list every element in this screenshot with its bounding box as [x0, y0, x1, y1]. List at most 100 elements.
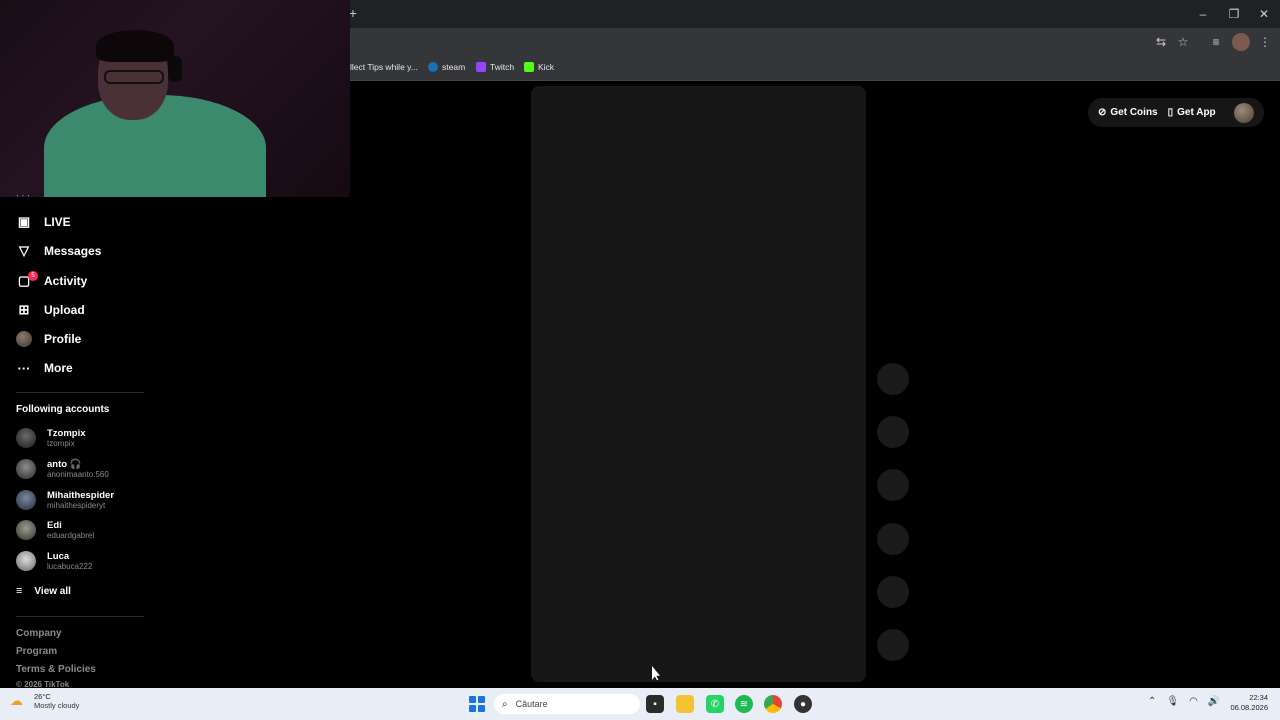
following-account[interactable]: Mihaithespider mihaithespideryt	[16, 486, 114, 514]
wifi-icon[interactable]: ◠	[1189, 696, 1198, 707]
task-view-icon[interactable]: ▪	[646, 695, 664, 713]
chrome-icon[interactable]	[764, 695, 782, 713]
following-account[interactable]: Edi eduardgabrel	[16, 516, 94, 544]
nav-label: Profile	[44, 332, 82, 346]
account-avatar	[16, 428, 36, 448]
following-account[interactable]: Tzompix tzompix	[16, 424, 86, 452]
clock-time: 22:34	[1249, 693, 1268, 702]
video-placeholder[interactable]	[531, 86, 866, 682]
bookmark-steam[interactable]: steam	[428, 59, 465, 75]
nav-activity[interactable]: ▢ Activity	[16, 271, 88, 291]
translate-icon[interactable]: ⇆	[1152, 33, 1170, 51]
get-coins-label: Get Coins	[1110, 107, 1158, 118]
weather-temp: 26°C	[34, 692, 51, 701]
kick-icon	[524, 62, 534, 72]
nav-label: Activity	[44, 274, 88, 288]
bookmark-label: llect Tips while y...	[350, 62, 418, 72]
following-account[interactable]: anto 🎧 anonimaanto.560	[16, 455, 109, 483]
cloud-sun-icon: ☁	[10, 693, 23, 708]
media-control-icon[interactable]: ≡	[1207, 33, 1225, 51]
weather-widget[interactable]: ☁ 26°C Mostly cloudy	[10, 692, 79, 710]
footer-copyright: © 2026 TikTok	[16, 680, 70, 688]
start-tile	[469, 705, 476, 712]
bookmark-twitch[interactable]: Twitch	[476, 59, 514, 75]
start-button[interactable]	[469, 696, 485, 712]
bookmark-kick[interactable]: Kick	[524, 59, 554, 75]
action-button-placeholder[interactable]	[877, 363, 909, 395]
action-button-placeholder[interactable]	[877, 469, 909, 501]
taskbar-clock[interactable]: 22:34 06.08.2026	[1226, 693, 1268, 713]
bookmark-label: steam	[442, 62, 466, 72]
profile-avatar-icon[interactable]	[1232, 33, 1250, 51]
minimize-button[interactable]: –	[1188, 5, 1218, 23]
bookmark-item[interactable]: llect Tips while y...	[350, 59, 418, 75]
file-explorer-icon[interactable]	[676, 695, 694, 713]
weather-condition: Mostly cloudy	[34, 701, 80, 710]
account-handle: tzompix	[47, 438, 75, 448]
divider	[16, 616, 144, 617]
action-button-placeholder[interactable]	[877, 416, 909, 448]
webcam-person-glasses	[104, 70, 164, 84]
more-dots: · · ·	[16, 190, 30, 200]
more-icon: ···	[17, 360, 31, 376]
account-avatar	[16, 490, 36, 510]
start-tile	[469, 696, 476, 703]
live-icon: ▣	[17, 214, 31, 229]
windows-taskbar	[0, 688, 1280, 720]
kebab-menu-icon[interactable]: ⋮	[1256, 33, 1274, 51]
twitch-icon	[476, 62, 486, 72]
account-name: anto 🎧	[47, 458, 82, 470]
coin-icon: ⊘	[1098, 107, 1107, 118]
user-avatar[interactable]	[1234, 102, 1254, 123]
nav-label: LIVE	[44, 215, 71, 229]
bookmark-label: Twitch	[490, 62, 515, 72]
nav-live[interactable]: ▣ LIVE	[16, 212, 71, 232]
browser-toolbar	[350, 28, 1280, 55]
list-icon: ≡	[16, 585, 23, 597]
account-avatar	[16, 520, 36, 540]
taskbar-search[interactable]: ⌕ Căutare	[494, 694, 640, 714]
whatsapp-icon[interactable]: ✆	[706, 695, 724, 713]
following-title: Following accounts	[16, 404, 110, 415]
action-button-placeholder[interactable]	[877, 629, 909, 661]
webcam-overlay	[0, 0, 350, 197]
steam-icon	[428, 62, 438, 72]
microphone-icon[interactable]: 🎙	[1166, 696, 1179, 707]
start-tile	[478, 705, 485, 712]
account-handle: mihaithespideryt	[47, 500, 106, 510]
account-handle: eduardgabrel	[47, 530, 95, 540]
nav-label: Messages	[44, 244, 102, 258]
nav-messages[interactable]: ▽ Messages	[16, 241, 101, 261]
header-actions: ⊘ Get Coins ▯ Get App	[1088, 98, 1264, 127]
clock-date: 06.08.2026	[1230, 703, 1268, 712]
divider	[16, 392, 144, 393]
nav-profile[interactable]: Profile	[16, 329, 81, 349]
action-button-placeholder[interactable]	[877, 576, 909, 608]
profile-avatar	[16, 331, 32, 347]
nav-label: More	[44, 361, 73, 375]
obs-icon[interactable]: ●	[794, 695, 812, 713]
footer-company[interactable]: Company	[16, 628, 62, 639]
get-app-label: Get App	[1177, 107, 1216, 118]
get-app-button[interactable]: ▯ Get App	[1168, 107, 1216, 118]
account-name: Edi	[47, 519, 62, 531]
action-button-placeholder[interactable]	[877, 523, 909, 555]
view-all-label: View all	[34, 585, 71, 597]
system-tray: ⌃ 🎙 ◠ 🔊	[1148, 696, 1220, 707]
spotify-icon[interactable]: ≋	[735, 695, 753, 713]
chevron-up-icon[interactable]: ⌃	[1148, 696, 1156, 707]
get-coins-button[interactable]: ⊘ Get Coins	[1098, 107, 1158, 118]
nav-upload[interactable]: ⊞ Upload	[16, 300, 85, 320]
upload-icon: ⊞	[18, 302, 30, 317]
nav-more[interactable]: ··· More	[16, 358, 73, 378]
view-all-link[interactable]: ≡ View all	[16, 585, 71, 597]
bookmark-star-icon[interactable]: ☆	[1174, 33, 1192, 51]
footer-program[interactable]: Program	[16, 646, 57, 657]
footer-terms[interactable]: Terms & Policies	[16, 664, 96, 675]
following-account[interactable]: Luca lucabuca222	[16, 547, 92, 575]
account-handle: lucabuca222	[47, 561, 93, 571]
volume-icon[interactable]: 🔊	[1208, 696, 1220, 707]
restore-button[interactable]: ❐	[1219, 5, 1249, 23]
phone-icon: ▯	[1167, 107, 1174, 118]
close-window-button[interactable]: ✕	[1249, 5, 1279, 23]
